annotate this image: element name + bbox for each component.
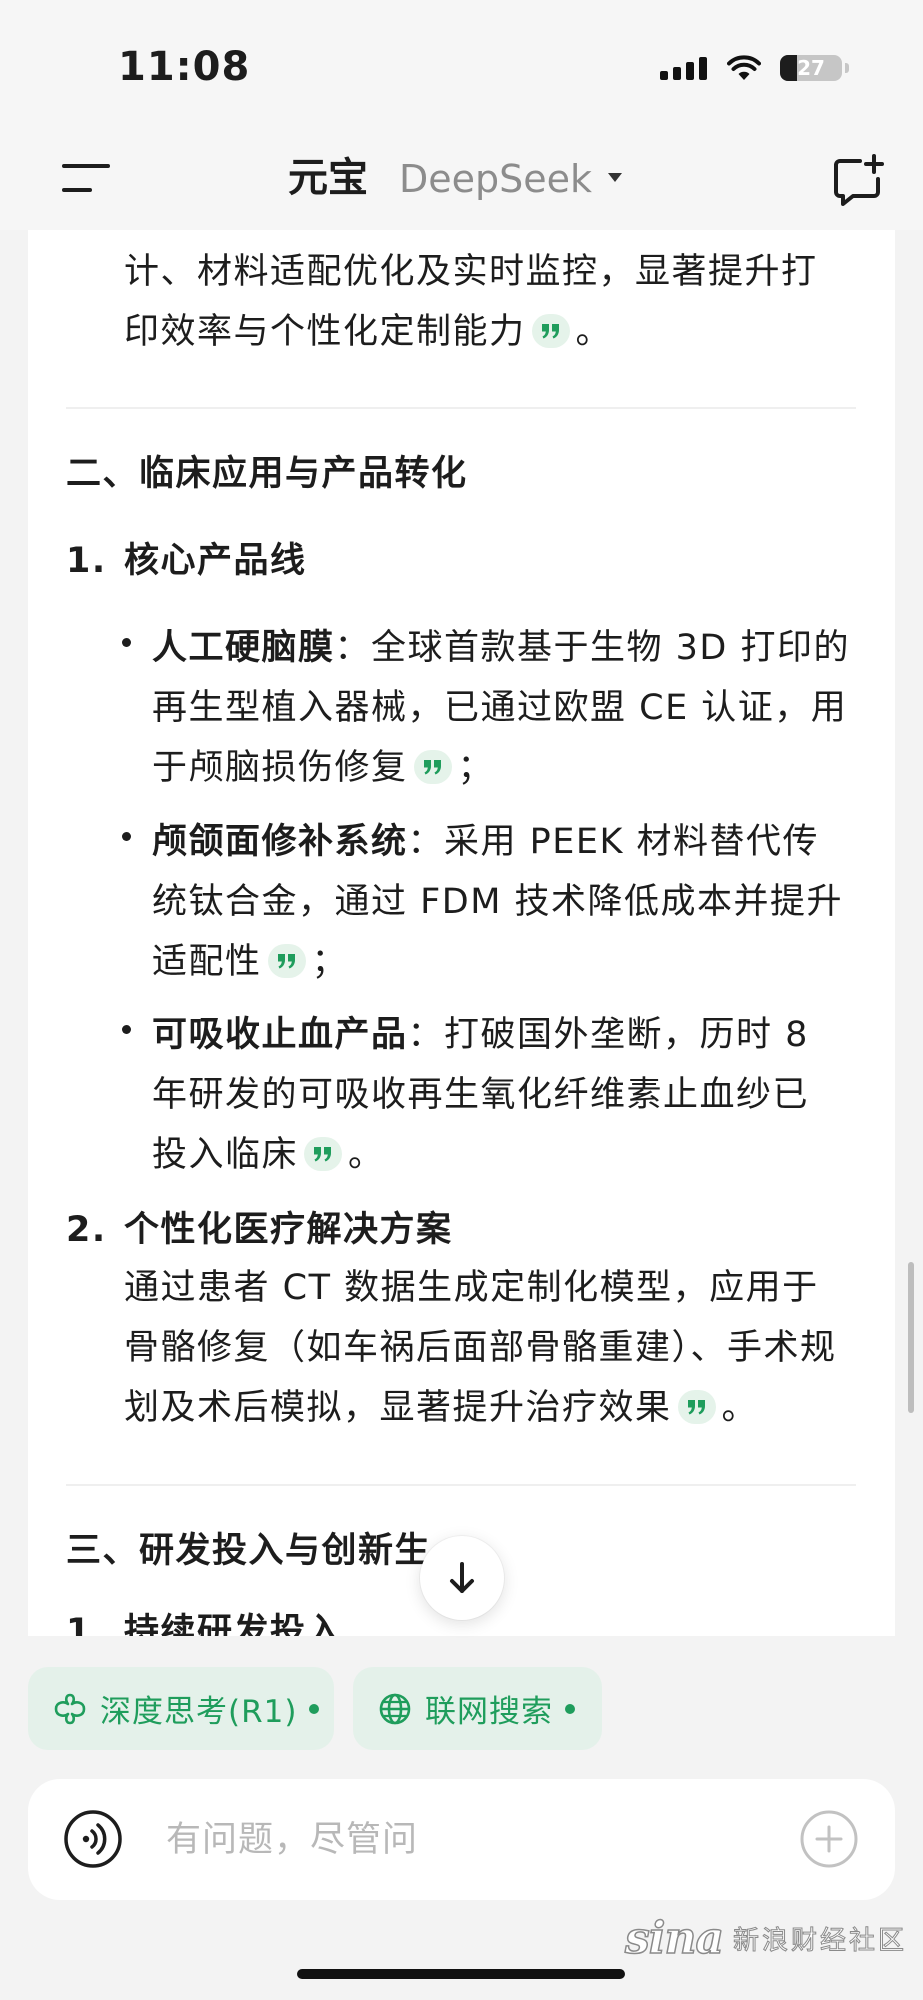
item-number: 2.	[66, 1210, 107, 1250]
bullet-end: 。	[348, 1135, 385, 1175]
divider	[66, 407, 856, 409]
status-time: 11:08	[118, 44, 251, 90]
chip-label: 深度思考(R1)	[100, 1694, 298, 1730]
voice-input-icon[interactable]	[63, 1809, 123, 1869]
battery-icon: 27	[780, 55, 842, 81]
item-title: 核心产品线	[124, 541, 307, 581]
bullet-dot	[122, 1025, 131, 1034]
bullet-text: ：全球首款基于生物 3D 打印的	[334, 628, 850, 668]
citation-quote-icon[interactable]	[531, 314, 570, 348]
watermark: sina 新浪财经社区	[624, 1910, 908, 1966]
bullet-item: 颅颌面修补系统：采用 PEEK 材料替代传 统钛合金，通过 FDM 技术降低成本…	[122, 812, 844, 992]
deep-think-toggle[interactable]: 深度思考(R1)	[28, 1667, 334, 1750]
divider	[66, 1484, 856, 1486]
bullet-line: 可吸收止血产品：打破国外垄断，历时 8	[152, 1005, 809, 1065]
chevron-down-icon[interactable]	[608, 173, 622, 182]
message-card: 计、材料适配优化及实时监控，显著提升打 印效率与个性化定制能力。 二、临床应用与…	[28, 0, 895, 1636]
bullet-item: 可吸收止血产品：打破国外垄断，历时 8 年研发的可吸收再生氧化纤维素止血纱已 投…	[122, 1005, 810, 1185]
web-search-toggle[interactable]: 联网搜索	[353, 1667, 602, 1750]
scrollbar-thumb[interactable]	[908, 1262, 914, 1413]
bullet-label: 可吸收止血产品	[152, 1015, 408, 1055]
bullet-line: 年研发的可吸收再生氧化纤维素止血纱已	[152, 1075, 810, 1115]
bullet-text: 适配性	[152, 942, 262, 982]
scroll-to-bottom-button[interactable]	[420, 1536, 504, 1620]
bullet-label: 人工硬脑膜	[152, 628, 335, 668]
section-title: 二、临床应用与产品转化	[66, 454, 468, 494]
arrow-down-icon	[450, 1562, 474, 1593]
bullet-text: 投入临床	[152, 1135, 299, 1175]
bullet-label: 颅颌面修补系统	[152, 822, 408, 862]
section-title: 三、研发投入与创新生	[66, 1531, 432, 1571]
battery-nub	[845, 63, 849, 73]
bullet-line: 颅颌面修补系统：采用 PEEK 材料替代传	[152, 812, 843, 872]
home-indicator[interactable]	[297, 1969, 625, 1979]
bullet-line: 人工硬脑膜：全球首款基于生物 3D 打印的	[152, 618, 850, 678]
menu-icon[interactable]	[60, 160, 112, 196]
bullet-item: 人工硬脑膜：全球首款基于生物 3D 打印的 再生型植入器械，已通过欧盟 CE 认…	[122, 618, 850, 798]
bullet-line: 再生型植入器械，已通过欧盟 CE 认证，用	[152, 688, 848, 728]
bullet-end: ；	[311, 942, 349, 982]
paragraph-line: 骨骼修复（如车祸后面部骨骼重建）、手术规	[124, 1328, 837, 1368]
citation-quote-icon[interactable]	[304, 1137, 343, 1171]
bullet-dot	[122, 638, 131, 647]
bullet-line: 适配性 ；	[152, 932, 843, 992]
citation-quote-icon[interactable]	[267, 944, 306, 978]
bullet-text: 于颅脑损伤修复	[152, 748, 408, 788]
chat-input-bar	[28, 1779, 895, 1900]
watermark-text: 新浪财经社区	[732, 1925, 908, 1956]
bullet-line: 统钛合金，通过 FDM 技术降低成本并提升	[152, 882, 844, 922]
bullet-line: 于颅脑损伤修复 ；	[152, 738, 850, 798]
plus-circle-icon[interactable]	[799, 1809, 859, 1869]
bullet-text: ：打破国外垄断，历时 8	[407, 1015, 809, 1055]
chip-label: 联网搜索	[425, 1694, 553, 1730]
cellular-signal-icon	[660, 57, 707, 80]
bullet-dot	[122, 832, 131, 841]
message-input[interactable]	[166, 1779, 766, 1900]
bullet-text: ：采用 PEEK 材料替代传	[407, 822, 820, 862]
citation-quote-icon[interactable]	[677, 1390, 716, 1424]
numbered-heading: 2. 个性化医疗解决方案	[28, 1200, 895, 1260]
item-title: 持续研发投入	[124, 1612, 344, 1636]
top-bar: 11:08 27 元宝 DeepSeek	[0, 0, 923, 230]
paragraph-text: 划及术后模拟，显著提升治疗效果	[124, 1388, 672, 1428]
paragraph-end: 。	[575, 312, 613, 352]
new-chat-icon[interactable]	[830, 152, 886, 208]
item-title: 个性化医疗解决方案	[124, 1210, 453, 1250]
watermark-logo: sina	[624, 1912, 725, 1965]
paragraph-text: 印效率与个性化定制能力	[124, 312, 526, 352]
numbered-heading: 1. 核心产品线	[28, 531, 895, 591]
paragraph-line: 通过患者 CT 数据生成定制化模型，应用于	[124, 1268, 819, 1308]
item-paragraph: 通过患者 CT 数据生成定制化模型，应用于 骨骼修复（如车祸后面部骨骼重建）、手…	[124, 1258, 837, 1438]
bullet-end: ；	[457, 748, 495, 788]
app-title: 元宝	[288, 155, 368, 201]
intro-paragraph: 计、材料适配优化及实时监控，显著提升打 印效率与个性化定制能力 。	[124, 242, 818, 362]
bullet-line: 投入临床 。	[152, 1125, 809, 1185]
item-number: 1.	[66, 1612, 107, 1636]
item-number: 1.	[66, 541, 107, 581]
paragraph-line: 计、材料适配优化及实时监控，显著提升打	[124, 252, 818, 292]
model-selector[interactable]: DeepSeek	[399, 155, 592, 203]
battery-level: 27	[797, 56, 825, 80]
paragraph-line: 印效率与个性化定制能力 。	[124, 302, 818, 362]
wifi-icon	[727, 55, 761, 80]
citation-quote-icon[interactable]	[413, 750, 452, 784]
globe-icon	[377, 1691, 413, 1727]
status-dot-icon	[565, 1703, 575, 1714]
paragraph-end: 。	[721, 1388, 759, 1428]
paragraph-line: 划及术后模拟，显著提升治疗效果 。	[124, 1378, 837, 1438]
deep-think-icon	[52, 1691, 88, 1727]
status-dot-icon	[309, 1703, 320, 1714]
